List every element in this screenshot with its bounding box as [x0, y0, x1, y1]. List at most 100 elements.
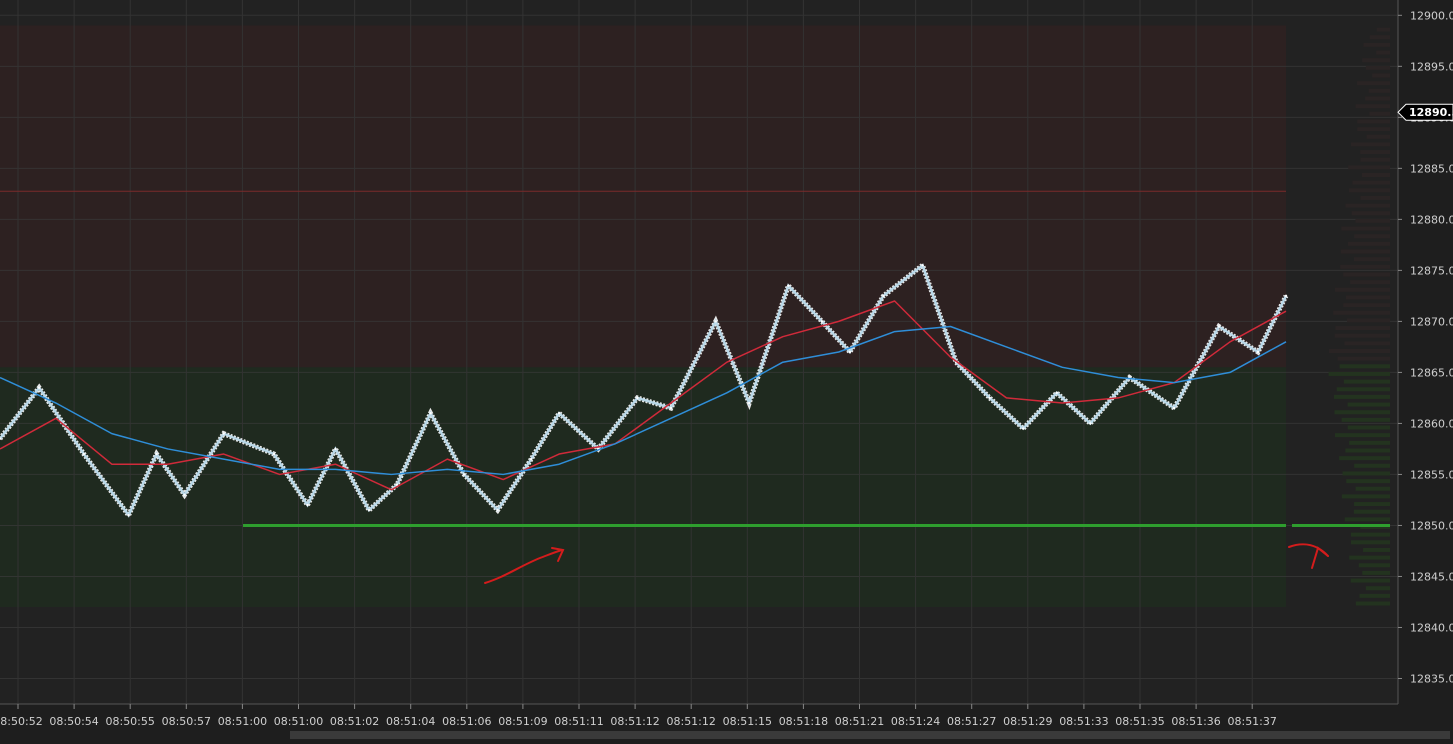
- profile-bar: [1340, 264, 1390, 269]
- profile-bar: [1350, 532, 1390, 537]
- price-point: [272, 452, 276, 456]
- time-axis-label: 08:51:36: [1171, 715, 1220, 728]
- profile-bar: [1376, 27, 1390, 32]
- profile-bar: [1362, 58, 1390, 63]
- profile-bar: [1328, 371, 1390, 376]
- profile-bar: [1360, 195, 1390, 200]
- time-axis-label: 08:51:18: [779, 715, 828, 728]
- profile-bar: [1365, 96, 1390, 101]
- profile-bar: [1344, 517, 1390, 522]
- profile-bar: [1354, 234, 1390, 239]
- resistance-zone: [0, 25, 1286, 368]
- price-point: [1089, 422, 1092, 425]
- profile-bar: [1360, 150, 1390, 155]
- profile-bar: [1339, 364, 1390, 369]
- price-point: [222, 432, 225, 435]
- last-price-marker: 12890.50: [1397, 103, 1453, 121]
- price-point: [787, 284, 790, 287]
- profile-bar: [1339, 456, 1390, 461]
- profile-bar: [1344, 341, 1390, 346]
- price-point: [82, 452, 86, 456]
- profile-bar: [1333, 310, 1390, 315]
- profile-bar: [1328, 349, 1390, 353]
- price-point: [714, 320, 717, 323]
- price-axis-label: 12900.00: [1410, 9, 1453, 22]
- price-point: [496, 508, 499, 512]
- price-point: [1055, 391, 1058, 395]
- time-axis-label: 08:51:37: [1227, 715, 1276, 728]
- profile-bar: [1365, 586, 1390, 591]
- profile-bar: [1357, 119, 1390, 124]
- time-axis-label: 08:51:24: [891, 715, 940, 728]
- profile-bar: [1353, 509, 1390, 514]
- profile-bar: [1358, 563, 1390, 568]
- profile-bar: [1346, 318, 1390, 323]
- price-point: [127, 514, 130, 517]
- profile-bar: [1353, 257, 1390, 262]
- price-point: [921, 264, 924, 267]
- profile-bar: [1341, 417, 1390, 422]
- profile-bar: [1355, 486, 1390, 491]
- price-point: [367, 508, 371, 512]
- profile-bar: [1357, 127, 1390, 132]
- profile-bar: [1365, 65, 1390, 70]
- profile-bar: [1343, 303, 1390, 308]
- price-axis-label: 12835.00: [1410, 672, 1453, 685]
- price-point: [669, 406, 673, 410]
- profile-bar: [1343, 379, 1390, 384]
- price-axis-label: 12845.00: [1410, 570, 1453, 583]
- price-point: [183, 493, 186, 497]
- time-axis-label: 08:51:00: [218, 715, 267, 728]
- profile-bar: [1342, 471, 1390, 476]
- profile-bar: [1348, 188, 1390, 193]
- price-point: [848, 350, 852, 354]
- profile-bar: [1360, 157, 1390, 162]
- price-point: [636, 396, 639, 400]
- price-point: [820, 320, 824, 323]
- time-axis-label: 08:51:00: [274, 715, 323, 728]
- price-point: [1217, 325, 1221, 328]
- price-axis-label: 12875.00: [1410, 264, 1453, 277]
- profile-bar: [1363, 42, 1390, 47]
- price-point: [1022, 427, 1025, 430]
- profile-bar: [1354, 502, 1390, 507]
- profile-bar: [1341, 494, 1390, 499]
- price-chart[interactable]: 12835.00 12840.00 12845.00 12850.00 12855.00…: [0, 0, 1453, 739]
- profile-bar: [1366, 134, 1390, 139]
- price-point: [529, 457, 533, 461]
- profile-bar: [1372, 73, 1390, 78]
- time-axis-label: 08:50:55: [105, 715, 154, 728]
- time-axis-label: 08:51:06: [442, 715, 491, 728]
- time-axis-label: 08:51:27: [947, 715, 996, 728]
- profile-bar: [1345, 448, 1390, 453]
- time-axis-label: 08:50:54: [49, 715, 98, 728]
- profile-bar: [1347, 425, 1390, 430]
- time-axis-label: 08:51:12: [666, 715, 715, 728]
- profile-bar: [1334, 433, 1390, 438]
- time-axis-label: 08:50:57: [162, 715, 211, 728]
- profile-bar: [1361, 173, 1390, 177]
- horizontal-scrollbar[interactable]: [290, 731, 1450, 739]
- time-axis-label: 08:51:33: [1059, 715, 1108, 728]
- profile-bar: [1351, 142, 1390, 147]
- profile-bar: [1351, 211, 1390, 216]
- time-axis-label: 08:51:09: [498, 715, 547, 728]
- price-axis-label: 12870.00: [1410, 315, 1453, 328]
- profile-bar: [1368, 88, 1390, 93]
- time-axis-label: 08:51:04: [386, 715, 435, 728]
- profile-bar: [1334, 287, 1390, 292]
- chart-area[interactable]: 12835.00 12840.00 12845.00 12850.00 12855.00…: [0, 0, 1453, 739]
- price-point: [1284, 294, 1288, 298]
- profile-bar: [1359, 593, 1390, 598]
- profile-bar: [1335, 326, 1390, 331]
- time-axis-label: 08:51:35: [1115, 715, 1164, 728]
- price-point: [988, 396, 991, 400]
- profile-bar: [1346, 479, 1390, 484]
- time-axis-label: 08:51:02: [330, 715, 379, 728]
- price-point: [882, 294, 885, 298]
- price-axis-label: 12860.00: [1410, 417, 1453, 430]
- profile-bar: [1334, 333, 1390, 338]
- price-point: [1256, 350, 1260, 354]
- time-axis-label: 08:50:52: [0, 715, 43, 728]
- profile-bar: [1349, 555, 1390, 560]
